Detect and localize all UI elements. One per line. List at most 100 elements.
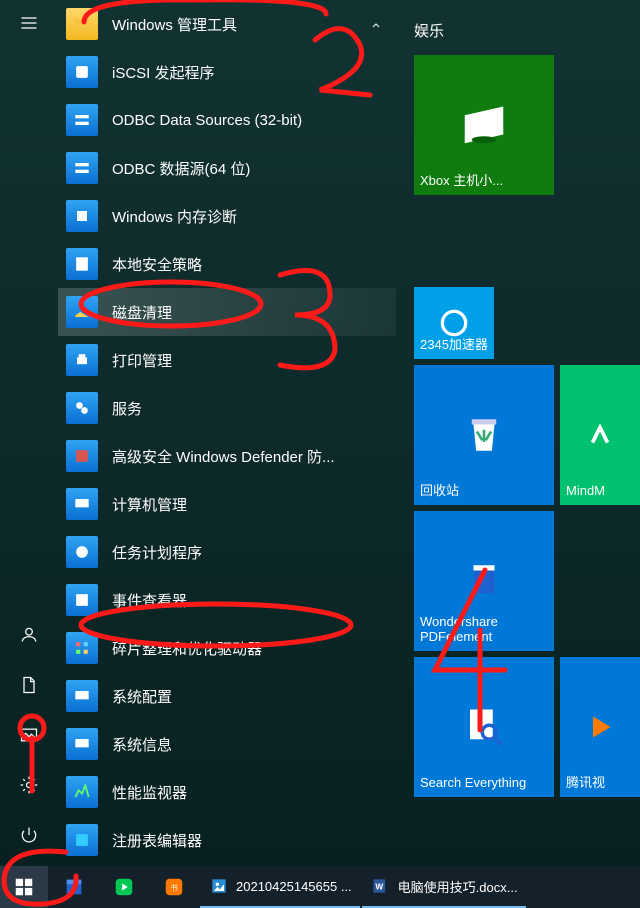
app-defrag[interactable]: 碎片整理和优化驱动器: [58, 624, 396, 672]
documents-icon[interactable]: [0, 662, 58, 708]
app-icon: [66, 728, 98, 760]
app-icon: [66, 104, 98, 136]
taskbar-task-image[interactable]: 20210425145655 ...: [200, 866, 360, 908]
apps-list: Windows 管理工具 iSCSI 发起程序 ODBC Data Source…: [58, 0, 396, 866]
tile-label: Search Everything: [414, 775, 554, 791]
app-label: ODBC Data Sources (32-bit): [112, 112, 396, 129]
recycle-bin-icon: [456, 407, 512, 463]
tile-xbox[interactable]: Xbox 主机小...: [414, 55, 554, 195]
word-icon: W: [370, 875, 392, 897]
power-icon[interactable]: [0, 812, 58, 858]
app-folder-label: Windows 管理工具: [112, 14, 396, 35]
app-defender-firewall[interactable]: 高级安全 Windows Defender 防...: [58, 432, 396, 480]
app-label: 事件查看器: [112, 590, 396, 611]
app-label: 服务: [112, 398, 396, 419]
app-icon: [66, 488, 98, 520]
app-label: 磁盘清理: [112, 302, 396, 323]
tile-label: 2345加速器: [414, 337, 494, 353]
start-button[interactable]: [0, 866, 48, 908]
app-disk-cleanup[interactable]: 磁盘清理: [58, 288, 396, 336]
app-icon: [66, 152, 98, 184]
app-icon: [66, 680, 98, 712]
pictures-icon[interactable]: [0, 712, 58, 758]
start-rail: [0, 0, 58, 866]
app-perfmon[interactable]: 性能监视器: [58, 768, 396, 816]
settings-icon[interactable]: [0, 762, 58, 808]
tile-wondershare-pdf[interactable]: Wondershare PDFelement: [414, 511, 554, 651]
svg-text:书: 书: [170, 884, 177, 893]
app-odbc-32[interactable]: ODBC Data Sources (32-bit): [58, 96, 396, 144]
app-icon: [66, 248, 98, 280]
tile-tencent-video[interactable]: 腾讯视: [560, 657, 640, 797]
app-label: 系统信息: [112, 734, 396, 755]
app-msconfig[interactable]: 系统配置: [58, 672, 396, 720]
app-msinfo[interactable]: 系统信息: [58, 720, 396, 768]
app-label: Windows 内存诊断: [112, 206, 396, 227]
tile-label: Wondershare PDFelement: [414, 614, 554, 645]
app-label: 碎片整理和优化驱动器: [112, 638, 396, 659]
app-icon: [66, 776, 98, 808]
app-taskschd[interactable]: 任务计划程序: [58, 528, 396, 576]
app-odbc-64[interactable]: ODBC 数据源(64 位): [58, 144, 396, 192]
app-label: 系统配置: [112, 686, 396, 707]
app-icon: [66, 296, 98, 328]
video-icon: [572, 699, 628, 755]
tile-2345[interactable]: 2345加速器: [414, 287, 494, 359]
app-label: 性能监视器: [112, 782, 396, 803]
app-icon: [66, 584, 98, 616]
tile-search-everything[interactable]: Search Everything: [414, 657, 554, 797]
task-label: 20210425145655 ...: [236, 879, 352, 894]
mindmap-icon: [580, 415, 620, 455]
start-menu: Windows 管理工具 iSCSI 发起程序 ODBC Data Source…: [0, 0, 640, 866]
app-label: 打印管理: [112, 350, 396, 371]
app-label: iSCSI 发起程序: [112, 62, 396, 83]
image-file-icon: [208, 875, 230, 897]
tiles-panel: 娱乐 Xbox 主机小... 2345加速器 回收站 Min: [396, 0, 640, 866]
app-icon: [66, 56, 98, 88]
app-icon: [66, 440, 98, 472]
tile-mindmaster[interactable]: MindM: [560, 365, 640, 505]
taskbar-pdfelement[interactable]: [50, 866, 98, 908]
tile-label: 腾讯视: [560, 775, 640, 791]
taskbar-iqiyi[interactable]: [100, 866, 148, 908]
task-label: 电脑使用技巧.docx...: [398, 877, 518, 896]
app-print-mgmt[interactable]: 打印管理: [58, 336, 396, 384]
app-group-expanded: iSCSI 发起程序 ODBC Data Sources (32-bit) OD…: [58, 48, 396, 864]
app-memdiag[interactable]: Windows 内存诊断: [58, 192, 396, 240]
app-iscsi[interactable]: iSCSI 发起程序: [58, 48, 396, 96]
taskbar: 书 20210425145655 ... W 电脑使用技巧.docx...: [0, 866, 640, 908]
chevron-up-icon: [370, 16, 382, 33]
pdf-icon: [456, 553, 512, 609]
taskbar-app-orange[interactable]: 书: [150, 866, 198, 908]
app-label: ODBC 数据源(64 位): [112, 158, 396, 179]
app-services[interactable]: 服务: [58, 384, 396, 432]
app-label: 本地安全策略: [112, 254, 396, 275]
tile-label: MindM: [560, 483, 640, 499]
app-label: 计算机管理: [112, 494, 396, 515]
tile-recycle-bin[interactable]: 回收站: [414, 365, 554, 505]
user-icon[interactable]: [0, 612, 58, 658]
console-icon: [456, 96, 512, 155]
taskbar-task-word[interactable]: W 电脑使用技巧.docx...: [362, 866, 526, 908]
app-icon: [66, 200, 98, 232]
app-icon: [66, 344, 98, 376]
app-icon: [66, 536, 98, 568]
app-label: 高级安全 Windows Defender 防...: [112, 446, 396, 467]
hamburger-button[interactable]: [0, 0, 58, 46]
app-eventvwr[interactable]: 事件查看器: [58, 576, 396, 624]
tile-group-header[interactable]: 娱乐: [414, 20, 640, 41]
app-icon: [66, 392, 98, 424]
app-icon: [66, 824, 98, 856]
app-regedit[interactable]: 注册表编辑器: [58, 816, 396, 864]
search-doc-icon: [456, 699, 512, 755]
folder-icon: [66, 8, 98, 40]
app-compmgmt[interactable]: 计算机管理: [58, 480, 396, 528]
app-folder-windows-admin-tools[interactable]: Windows 管理工具: [58, 0, 396, 48]
svg-text:W: W: [375, 881, 383, 891]
app-label: 注册表编辑器: [112, 830, 396, 851]
tile-label: 回收站: [414, 483, 554, 499]
tile-label: Xbox 主机小...: [414, 173, 554, 189]
app-secpol[interactable]: 本地安全策略: [58, 240, 396, 288]
app-label: 任务计划程序: [112, 542, 396, 563]
app-icon: [66, 632, 98, 664]
